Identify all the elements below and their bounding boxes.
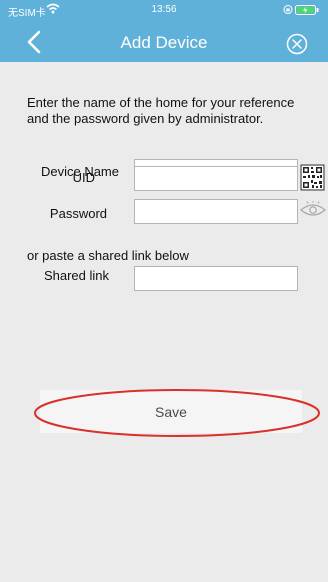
password-field[interactable] xyxy=(134,199,298,224)
instructions-text: Enter the name of the home for your refe… xyxy=(27,95,295,126)
password-label: Password xyxy=(49,206,107,221)
lock-rotation-icon xyxy=(283,5,293,14)
status-bar: 无SIM卡 13:56 xyxy=(0,0,328,20)
battery-charging-icon xyxy=(295,5,319,15)
status-time: 13:56 xyxy=(151,4,177,15)
paste-link-hint: or paste a shared link below xyxy=(27,248,189,263)
shared-link-field[interactable] xyxy=(134,266,298,291)
save-button[interactable]: Save xyxy=(40,390,302,433)
page-title: Add Device xyxy=(120,33,208,52)
uid-field[interactable] xyxy=(134,166,298,191)
header-bar: 无SIM卡 13:56 Add Device xyxy=(0,0,328,62)
shared-link-label: Shared link xyxy=(43,268,109,283)
close-button[interactable] xyxy=(286,33,308,55)
qr-code-scan-icon[interactable] xyxy=(300,164,325,191)
uid-label: UID xyxy=(72,170,95,185)
eye-icon[interactable] xyxy=(300,201,326,219)
